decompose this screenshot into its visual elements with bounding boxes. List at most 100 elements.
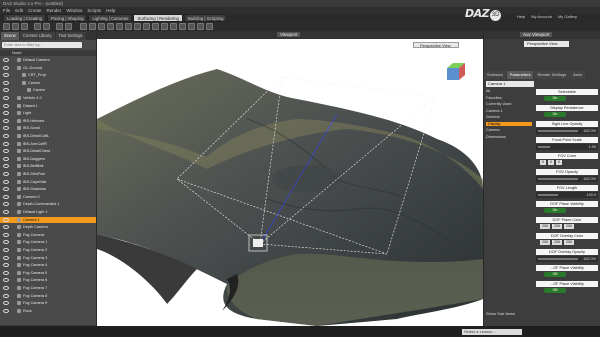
geometry-tool-icon[interactable] bbox=[143, 23, 150, 30]
scene-node-row[interactable]: Camera 1 bbox=[0, 216, 96, 223]
color-channel[interactable]: 255 bbox=[564, 240, 574, 245]
scene-node-row[interactable]: Fog Camera 6 bbox=[0, 277, 96, 283]
color-channel[interactable]: 255 bbox=[552, 224, 562, 229]
save-icon[interactable] bbox=[21, 23, 28, 30]
scene-node-row[interactable]: IBS-DetailChest bbox=[0, 148, 96, 154]
scene-node-row[interactable]: Fog Camera 2 bbox=[0, 247, 96, 253]
color-channel[interactable]: 255 bbox=[540, 224, 550, 229]
tab-tool-settings[interactable]: Tool Settings bbox=[55, 32, 86, 40]
visibility-eye-icon[interactable] bbox=[3, 156, 9, 161]
select-tool-icon[interactable] bbox=[80, 23, 87, 30]
translate-tool-icon[interactable] bbox=[107, 23, 114, 30]
spot-render-icon[interactable] bbox=[152, 23, 159, 30]
visibility-eye-icon[interactable] bbox=[3, 65, 9, 70]
scene-node-row[interactable]: Cavern bbox=[0, 80, 96, 86]
scene-node-row[interactable]: IBS-BeltBelt bbox=[0, 163, 96, 169]
open-icon[interactable] bbox=[12, 23, 19, 30]
scene-filter-input[interactable]: Enter text to filter by... bbox=[2, 42, 82, 48]
aux-view-select[interactable]: Perspective View bbox=[524, 41, 569, 47]
scale-tool-icon[interactable] bbox=[116, 23, 123, 30]
scene-node-row[interactable]: IBS-Daggers bbox=[0, 156, 96, 162]
node-select[interactable]: Camera 1 bbox=[486, 81, 534, 87]
scene-node-row[interactable]: Cavern bbox=[0, 87, 96, 93]
tab-anim[interactable]: Anim bbox=[570, 71, 586, 79]
scene-node-row[interactable]: Default Light 1 bbox=[0, 209, 96, 215]
visibility-eye-icon[interactable] bbox=[3, 202, 9, 207]
color-channel[interactable]: 0 bbox=[548, 160, 554, 165]
scene-node-row[interactable]: GL-Ground bbox=[0, 65, 96, 71]
scene-node-row[interactable]: Vehicle 4.2 bbox=[0, 95, 96, 101]
visibility-eye-icon[interactable] bbox=[3, 308, 9, 313]
visibility-eye-icon[interactable] bbox=[3, 164, 9, 169]
visibility-eye-icon[interactable] bbox=[3, 225, 9, 230]
scene-node-row[interactable]: IBS-Shadows bbox=[0, 186, 96, 192]
property-slider[interactable]: 100.0% bbox=[536, 176, 598, 182]
scene-node-row[interactable]: Fog Camera 4 bbox=[0, 262, 96, 268]
node-weight-icon[interactable] bbox=[125, 23, 132, 30]
visibility-eye-icon[interactable] bbox=[3, 103, 9, 108]
scene-node-row[interactable]: IBS-DetailCuffL bbox=[0, 133, 96, 139]
menu-render[interactable]: Render bbox=[47, 8, 62, 13]
perspective-view-select[interactable]: Perspective View bbox=[413, 42, 459, 48]
scene-node-row[interactable]: Default Camera bbox=[0, 57, 96, 63]
universal-tool-icon[interactable] bbox=[89, 23, 96, 30]
scene-node-row[interactable]: Rock bbox=[0, 308, 96, 314]
surface-tool-icon[interactable] bbox=[134, 23, 141, 30]
visibility-eye-icon[interactable] bbox=[3, 270, 9, 275]
tab-posing[interactable]: Posing | Shaping bbox=[47, 14, 88, 22]
visibility-eye-icon[interactable] bbox=[3, 141, 9, 146]
scene-node-row[interactable]: Fog Camera 9 bbox=[0, 300, 96, 306]
category-item[interactable]: Camera 1 bbox=[486, 109, 503, 113]
visibility-eye-icon[interactable] bbox=[3, 96, 9, 100]
menu-help[interactable]: Help bbox=[106, 8, 115, 13]
joint-editor-icon[interactable] bbox=[161, 23, 168, 30]
visibility-eye-icon[interactable] bbox=[3, 286, 9, 290]
property-slider[interactable]: 100.0 bbox=[536, 192, 598, 198]
scene-node-row[interactable]: Camera 0 bbox=[0, 194, 96, 200]
property-slider[interactable]: 1.00 bbox=[536, 144, 598, 150]
category-item[interactable]: All bbox=[486, 89, 490, 93]
category-item[interactable]: Display bbox=[486, 121, 532, 126]
visibility-eye-icon[interactable] bbox=[3, 217, 9, 222]
visibility-eye-icon[interactable] bbox=[3, 80, 9, 85]
visibility-eye-icon[interactable] bbox=[3, 88, 9, 93]
property-toggle[interactable]: Off bbox=[544, 288, 566, 293]
visibility-eye-icon[interactable] bbox=[3, 149, 9, 154]
category-item[interactable]: General bbox=[486, 115, 500, 119]
color-value[interactable]: 255 255 255 bbox=[540, 224, 574, 229]
undo-icon[interactable] bbox=[34, 23, 41, 30]
visibility-eye-icon[interactable] bbox=[3, 187, 9, 192]
visibility-eye-icon[interactable] bbox=[3, 278, 9, 283]
visibility-eye-icon[interactable] bbox=[3, 194, 9, 199]
visibility-eye-icon[interactable] bbox=[3, 172, 9, 176]
render-settings-icon[interactable] bbox=[65, 23, 72, 30]
light-tool-icon[interactable] bbox=[179, 23, 186, 30]
new-icon[interactable] bbox=[3, 23, 10, 30]
property-slider[interactable]: 100.0% bbox=[536, 128, 598, 134]
scene-node-row[interactable]: Depth Camera bbox=[0, 224, 96, 230]
timeline-icon[interactable] bbox=[197, 23, 204, 30]
visibility-eye-icon[interactable] bbox=[3, 58, 9, 62]
scene-node-row[interactable]: IBS-ShinPad bbox=[0, 171, 96, 177]
show-sub-items-checkbox[interactable]: Show Sub Items bbox=[486, 311, 515, 316]
viewport-3d-scene[interactable] bbox=[97, 39, 483, 326]
tab-scene[interactable]: Scene bbox=[1, 32, 19, 40]
visibility-eye-icon[interactable] bbox=[3, 111, 9, 116]
scene-node-row[interactable]: Depth-Commanded 1 bbox=[0, 201, 96, 207]
color-channel[interactable]: 255 bbox=[552, 240, 562, 245]
tab-surfacing[interactable]: Surfacing | Rendering bbox=[133, 14, 183, 22]
tab-lighting[interactable]: Lighting | Cameras bbox=[88, 14, 133, 22]
property-toggle[interactable]: On bbox=[544, 208, 566, 213]
tab-parameters[interactable]: Parameters bbox=[506, 71, 534, 79]
visibility-eye-icon[interactable] bbox=[3, 263, 9, 268]
visibility-eye-icon[interactable] bbox=[3, 240, 9, 245]
color-channel[interactable]: 0 bbox=[540, 160, 546, 165]
scene-node-row[interactable]: Fog Camera 1 bbox=[0, 239, 96, 245]
property-toggle[interactable]: Off bbox=[544, 272, 566, 277]
render-icon[interactable] bbox=[56, 23, 63, 30]
category-item[interactable]: Favorites bbox=[486, 96, 502, 100]
help-link[interactable]: Help bbox=[517, 14, 525, 19]
visibility-eye-icon[interactable] bbox=[3, 232, 9, 237]
color-channel[interactable]: 0 bbox=[556, 160, 562, 165]
scene-node-row[interactable]: IBS-CapeHair bbox=[0, 179, 96, 185]
